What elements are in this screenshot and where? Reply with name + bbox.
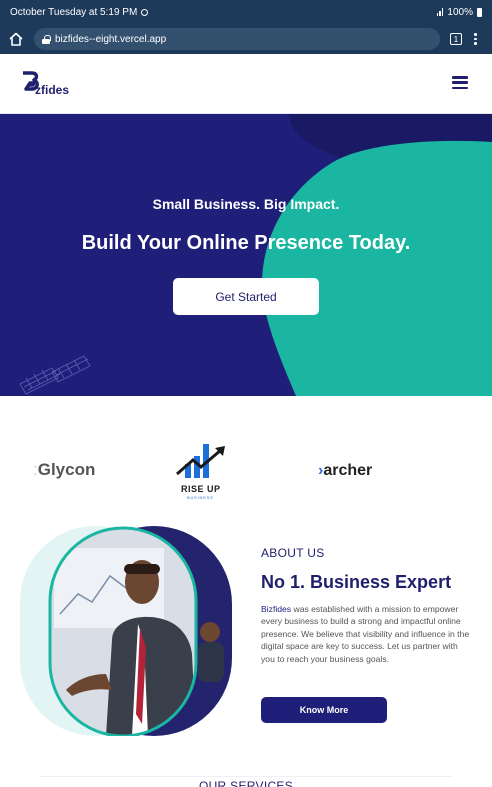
bizfides-logo[interactable]: zfides	[21, 71, 76, 99]
archer-name: archer	[323, 462, 373, 479]
hero-title: Build Your Online Presence Today.	[81, 232, 411, 254]
browser-toolbar: bizfides--eight.vercel.app 1	[0, 24, 492, 54]
about-eyebrow: ABOUT US	[261, 546, 325, 560]
status-time: October Tuesday at 5:19 PM	[10, 6, 138, 18]
address-bar[interactable]: bizfides--eight.vercel.app	[34, 28, 440, 50]
about-brand-link[interactable]: Bizfides	[261, 604, 291, 614]
site-header: zfides	[0, 54, 492, 114]
tab-switcher-button[interactable]: 1	[450, 33, 462, 45]
battery-percent: 100%	[447, 6, 473, 18]
glycon-name: Glycon	[37, 460, 96, 479]
riseup-text: RISE UP	[181, 484, 221, 494]
hero-banner: Small Business. Big Impact. Build Your O…	[0, 114, 492, 396]
get-started-button[interactable]: Get Started	[173, 278, 319, 315]
about-image	[20, 524, 232, 738]
partner-logos: :Glycon RISE UP BUSINESS ›archer	[0, 396, 492, 516]
logo-text: zfides	[35, 83, 70, 97]
more-menu-icon[interactable]	[474, 33, 477, 45]
url-text: bizfides--eight.vercel.app	[55, 33, 167, 45]
signal-icon	[436, 8, 444, 16]
about-description: Bizfides was established with a mission …	[261, 603, 473, 665]
hamburger-menu-icon[interactable]	[452, 76, 468, 89]
riseup-logo: RISE UP BUSINESS	[175, 440, 231, 502]
battery-icon	[477, 7, 482, 17]
lock-icon	[42, 34, 51, 44]
about-title: No 1. Business Expert	[261, 572, 452, 592]
home-icon[interactable]	[8, 31, 24, 47]
glycon-logo: :Glycon	[33, 460, 96, 479]
know-more-button[interactable]: Know More	[261, 697, 387, 723]
hero-tagline: Small Business. Big Impact.	[152, 196, 340, 212]
hero-background-shapes	[19, 114, 492, 396]
archer-logo: ›archer	[318, 462, 373, 479]
services-divider	[40, 776, 452, 777]
services-heading: OUR SERVICES	[198, 779, 294, 787]
tab-count: 1	[453, 34, 459, 44]
status-bar: October Tuesday at 5:19 PM 100%	[0, 0, 492, 24]
about-description-text: was established with a mission to empowe…	[261, 604, 470, 664]
riseup-subtext: BUSINESS	[187, 495, 214, 500]
notification-icon	[141, 8, 149, 16]
